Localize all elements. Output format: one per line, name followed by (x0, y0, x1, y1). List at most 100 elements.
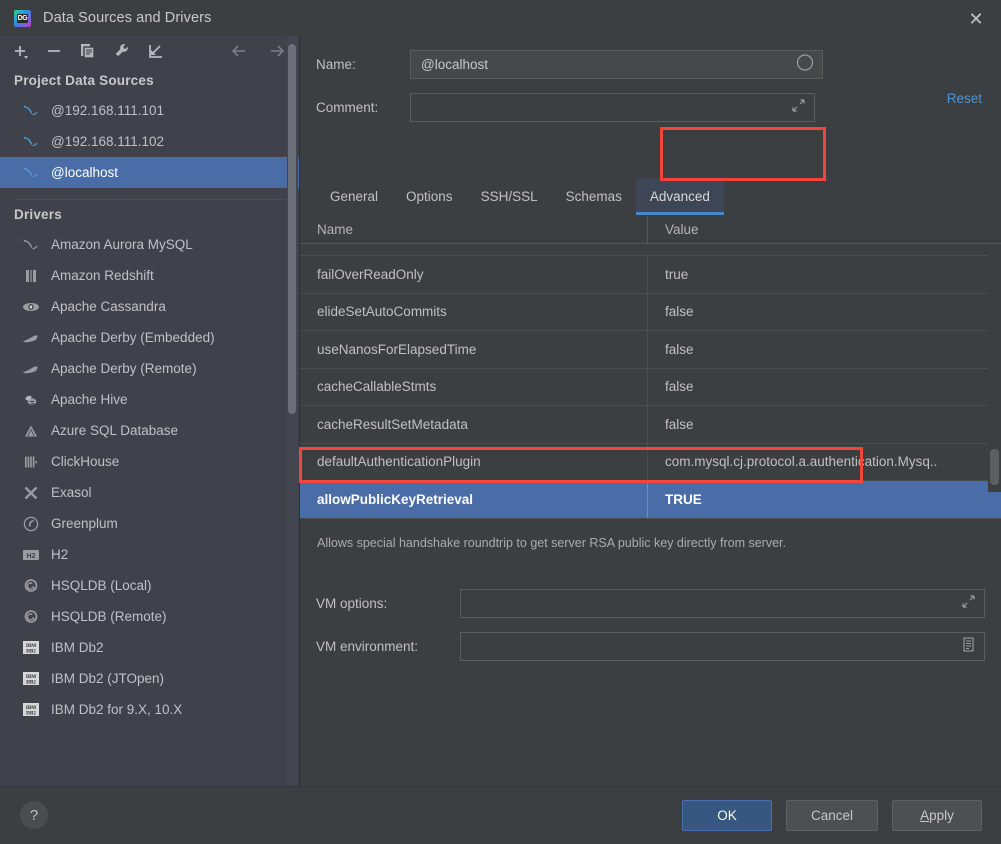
table-row[interactable]: elideSetAutoCommits false (300, 293, 1001, 331)
apply-button-rest: pply (929, 808, 954, 823)
sidebar-toolbar (0, 36, 299, 66)
cell-name[interactable]: failOverReadOnly (300, 256, 648, 293)
cell-value[interactable]: false (648, 369, 1001, 406)
table-row[interactable]: defaultAuthenticationPlugin com.mysql.cj.… (300, 443, 1001, 481)
mysql-dolphin-icon (20, 102, 42, 120)
sidebar: Project Data Sources @192.168.111.101 @19… (0, 36, 300, 786)
driver-item-label: Greenplum (51, 516, 118, 531)
cassandra-eye-icon (20, 298, 42, 316)
name-label: Name: (316, 56, 356, 72)
data-source-item-192-168-111-102[interactable]: @192.168.111.102 (0, 126, 299, 157)
ibm-db2-icon: IBM DB2 (20, 670, 42, 688)
tab-advanced[interactable]: Advanced (635, 178, 724, 215)
driver-item-apache-derby-remote[interactable]: Apache Derby (Remote) (0, 353, 299, 384)
driver-item-label: IBM Db2 (51, 640, 104, 655)
cell-name[interactable]: allowPublicKeyRetrieval (300, 481, 648, 518)
data-source-item-label: @192.168.111.101 (51, 103, 165, 118)
ok-button[interactable]: OK (682, 800, 772, 831)
data-source-item-localhost[interactable]: @localhost (0, 157, 299, 188)
arrow-left-icon[interactable] (229, 41, 249, 61)
driver-item-label: Amazon Redshift (51, 268, 154, 283)
cell-value[interactable]: com.mysql.cj.protocol.a.authentication.M… (648, 444, 1001, 481)
expand-icon[interactable] (961, 594, 976, 612)
expand-icon[interactable] (791, 98, 806, 116)
table-row[interactable]: useNanosForElapsedTime false (300, 331, 1001, 369)
help-button[interactable]: ? (20, 801, 48, 829)
data-source-item-192-168-111-101[interactable]: @192.168.111.101 (0, 95, 299, 126)
driver-item-greenplum[interactable]: Greenplum (0, 508, 299, 539)
driver-item-hsqldb-local[interactable]: HSQLDB (Local) (0, 570, 299, 601)
data-source-item-label: @localhost (51, 165, 118, 180)
svg-text:H2: H2 (27, 553, 36, 560)
cell-value[interactable]: false (648, 331, 1001, 368)
hsqldb-icon (20, 608, 42, 626)
driver-item-clickhouse[interactable]: ClickHouse (0, 446, 299, 477)
comment-label: Comment: (316, 99, 379, 115)
reset-link[interactable]: Reset (947, 91, 982, 106)
driver-item-ibm-db2[interactable]: IBM DB2 IBM Db2 (0, 632, 299, 663)
vm-options-input[interactable] (460, 588, 985, 618)
tab-general[interactable]: General (316, 178, 392, 215)
apply-button[interactable]: Apply (892, 800, 982, 831)
tab-options[interactable]: Options (392, 178, 467, 215)
close-icon[interactable]: ✕ (965, 8, 987, 30)
cell-value[interactable]: false (648, 406, 1001, 443)
datagrip-icon: DG (14, 9, 31, 27)
wrench-icon[interactable] (112, 41, 132, 61)
project-data-sources-heading: Project Data Sources (14, 73, 154, 88)
tab-label: SSH/SSL (480, 189, 538, 204)
table-scrollbar[interactable] (988, 244, 1001, 492)
comment-input[interactable] (410, 92, 815, 122)
driver-list: Amazon Aurora MySQL Amazon Redshift Apache… (0, 229, 299, 725)
driver-item-ibm-db2-for-9-x-10-x[interactable]: IBM DB2 IBM Db2 for 9.X, 10.X (0, 694, 299, 725)
cell-value[interactable]: true (648, 256, 1001, 293)
cell-name[interactable]: cacheResultSetMetadata (300, 406, 648, 443)
cell-value[interactable]: TRUE (648, 481, 1001, 518)
column-header-name[interactable]: Name (300, 215, 648, 244)
list-icon[interactable] (961, 637, 976, 656)
cell-name[interactable]: elideSetAutoCommits (300, 293, 648, 330)
plus-icon[interactable] (10, 41, 30, 61)
cell-value[interactable]: false (648, 294, 1001, 331)
drivers-heading: Drivers (14, 207, 62, 222)
driver-item-label: Apache Derby (Remote) (51, 361, 197, 376)
name-field-row: Name: @localhost (316, 49, 986, 79)
minus-icon[interactable] (44, 41, 64, 61)
vm-environment-input[interactable] (460, 631, 985, 661)
driver-item-apache-hive[interactable]: Apache Hive (0, 384, 299, 415)
table-scrollbar-thumb[interactable] (990, 449, 999, 485)
comment-field-row: Comment: (316, 92, 986, 122)
cancel-button[interactable]: Cancel (786, 800, 878, 831)
driver-item-apache-derby-embedded[interactable]: Apache Derby (Embedded) (0, 322, 299, 353)
arrow-into-corner-icon[interactable] (146, 41, 166, 61)
cell-name[interactable]: cacheCallableStmts (300, 368, 648, 405)
driver-item-hsqldb-remote[interactable]: HSQLDB (Remote) (0, 601, 299, 632)
sidebar-scrollbar[interactable] (287, 36, 298, 786)
driver-item-azure-sql-database[interactable]: Azure SQL Database (0, 415, 299, 446)
table-row[interactable]: allowPublicKeyRetrieval TRUE (300, 481, 1001, 519)
arrow-right-icon[interactable] (267, 41, 287, 61)
name-input[interactable]: @localhost (410, 49, 823, 79)
sidebar-scrollbar-thumb[interactable] (288, 44, 296, 414)
clickhouse-bars-icon (20, 453, 42, 471)
table-row[interactable]: cacheCallableStmts false (300, 368, 1001, 406)
driver-item-apache-cassandra[interactable]: Apache Cassandra (0, 291, 299, 322)
tab-label: General (330, 189, 379, 204)
driver-item-h2[interactable]: H2 H2 (0, 539, 299, 570)
azure-triangle-icon (20, 422, 42, 440)
column-header-value[interactable]: Value (648, 216, 1001, 244)
table-row[interactable]: failOverReadOnly true (300, 256, 1001, 294)
tab-ssh-ssl[interactable]: SSH/SSL (467, 178, 552, 215)
tab-schemas[interactable]: Schemas (552, 178, 636, 215)
driver-item-exasol[interactable]: Exasol (0, 477, 299, 508)
cell-name[interactable]: useNanosForElapsedTime (300, 331, 648, 368)
copy-icon[interactable] (78, 41, 98, 61)
svg-text:DB2: DB2 (26, 648, 36, 654)
table-row-partial[interactable] (300, 244, 1001, 256)
table-row[interactable]: cacheResultSetMetadata false (300, 406, 1001, 444)
driver-item-amazon-redshift[interactable]: Amazon Redshift (0, 260, 299, 291)
driver-item-ibm-db2-jtopen[interactable]: IBM DB2 IBM Db2 (JTOpen) (0, 663, 299, 694)
driver-item-amazon-aurora-mysql[interactable]: Amazon Aurora MySQL (0, 229, 299, 260)
window-title: Data Sources and Drivers (43, 10, 212, 26)
cell-name[interactable]: defaultAuthenticationPlugin (300, 443, 648, 480)
